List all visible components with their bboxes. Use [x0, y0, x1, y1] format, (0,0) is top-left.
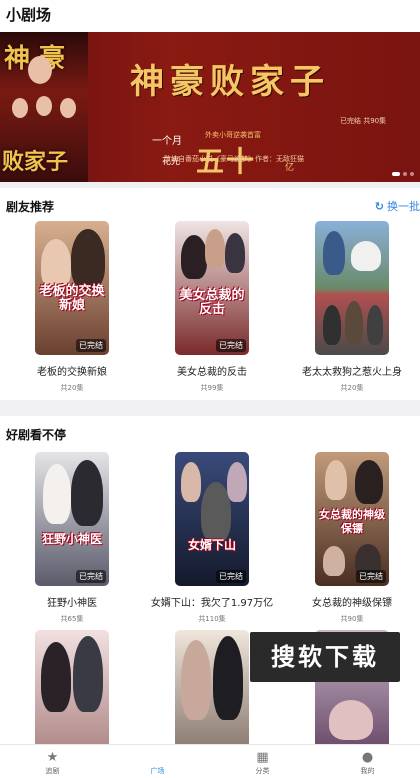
cover-title: 美女总裁的反击: [179, 288, 245, 317]
episode-count: 共110集: [198, 615, 226, 623]
watermark: 搜软下载: [250, 632, 400, 682]
drama-cover: 狂野小神医 已完结: [35, 452, 109, 586]
refresh-button[interactable]: ↻ 换一批: [375, 198, 420, 214]
tab-follow[interactable]: ★ 追剧: [0, 745, 105, 778]
banner-subtitle: 外卖小哥逆袭首富: [205, 131, 261, 139]
tab-label: 追剧: [45, 767, 60, 775]
drama-cover: [175, 630, 249, 750]
drama-card[interactable]: 老太太救狗之惹火上身 共20集: [282, 221, 420, 393]
status-badge: 已完结: [76, 339, 106, 352]
drama-title: 老板的交换新娘: [37, 367, 107, 378]
section-title: 好剧看不停: [6, 428, 67, 442]
section-title: 剧友推荐: [6, 200, 55, 214]
recommend-section: 剧友推荐 ↻ 换一批 老板的交换新娘 已完结 老板的交换新娘 共20集 美女总裁的…: [0, 188, 420, 400]
status-badge: 已完结: [356, 570, 386, 583]
poster-title-bottom: 败家子: [2, 149, 69, 175]
refresh-icon: ↻: [374, 200, 384, 213]
play-icon: [105, 750, 210, 765]
carousel-dots: [392, 172, 414, 176]
drama-title: 女婿下山：我欠了1.97万亿: [150, 598, 274, 609]
bottom-tab-bar: ★ 追剧 广场 ▦ 分类 ● 我的: [0, 744, 420, 778]
episode-count: 共65集: [60, 615, 84, 623]
top-bar: 小剧场: [0, 0, 420, 32]
drama-cover: 美女总裁的反击 已完结: [175, 221, 249, 355]
drama-cover: 女婿下山 已完结: [175, 452, 249, 586]
tab-label: 分类: [255, 767, 270, 775]
status-badge: 已完结: [216, 339, 246, 352]
cover-title: 女总裁的神级保镖: [319, 508, 385, 535]
drama-cover: [35, 630, 109, 750]
tab-label: 我的: [360, 767, 375, 775]
refresh-label: 换一批: [387, 200, 420, 213]
drama-card[interactable]: 女总裁的神级保镖 已完结 女总裁的神级保镖 共90集: [282, 452, 420, 624]
cover-title: 狂野小神医: [41, 532, 102, 546]
banner-poster: 神 豪 败家子: [0, 32, 88, 182]
banner-month: 一个月: [152, 136, 182, 147]
tab-label: 广场: [150, 767, 165, 775]
binge-section: 好剧看不停 狂野小神医 已完结 狂野小神医 共65集 女婿下山 已完结 女婿下山…: [0, 416, 420, 778]
tab-plaza[interactable]: 广场: [105, 745, 210, 778]
tab-category[interactable]: ▦ 分类: [210, 745, 315, 778]
drama-card[interactable]: 女婿下山 已完结 女婿下山：我欠了1.97万亿 共110集: [142, 452, 282, 624]
grid-icon: ▦: [256, 750, 269, 765]
drama-card[interactable]: 老板的交换新娘 已完结 老板的交换新娘 共20集: [2, 221, 142, 393]
banner-status: 已完结 共90集: [340, 117, 387, 125]
drama-cover: [315, 221, 389, 355]
drama-card[interactable]: 美女总裁的反击 已完结 美女总裁的反击 共99集: [142, 221, 282, 393]
cover-title: 女婿下山: [187, 538, 236, 552]
drama-card[interactable]: [2, 630, 142, 750]
cover-title: 老板的交换新娘: [39, 284, 105, 313]
drama-title: 狂野小神医: [47, 598, 97, 609]
star-icon: ★: [46, 750, 59, 765]
drama-cover: 老板的交换新娘 已完结: [35, 221, 109, 355]
episode-count: 共90集: [340, 615, 364, 623]
drama-title: 美女总裁的反击: [177, 367, 247, 378]
episode-count: 共20集: [60, 384, 84, 392]
drama-card[interactable]: 狂野小神医 已完结 狂野小神医 共65集: [2, 452, 142, 624]
banner-title: 神豪败家子: [130, 62, 330, 102]
tab-mine[interactable]: ● 我的: [315, 745, 420, 778]
status-badge: 已完结: [76, 570, 106, 583]
banner-credit: 改编自番茄小说《豪马追梦》作者：无敌狂猫: [164, 155, 304, 163]
drama-title: 老太太救狗之惹火上身: [302, 367, 402, 378]
page-title: 小剧场: [6, 6, 52, 24]
drama-cover: 女总裁的神级保镖 已完结: [315, 452, 389, 586]
episode-count: 共20集: [340, 384, 364, 392]
person-icon: ●: [361, 750, 374, 765]
status-badge: 已完结: [216, 570, 246, 583]
episode-count: 共99集: [200, 384, 224, 392]
drama-title: 女总裁的神级保镖: [312, 598, 392, 609]
